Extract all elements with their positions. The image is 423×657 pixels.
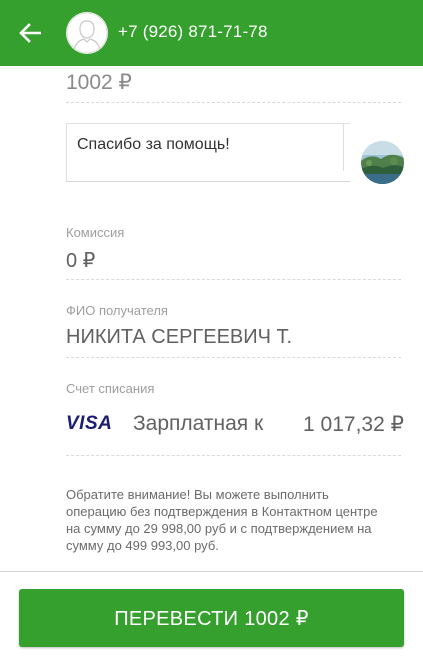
limit-notice: Обратите внимание! Вы можете выполнить о… [66, 487, 378, 553]
recipient-name: НИКИТА СЕРГЕЕВИЧ Т. [66, 326, 293, 348]
divider [66, 357, 401, 358]
contact-avatar[interactable] [66, 12, 108, 54]
message-text: Спасибо за помощь! [77, 136, 230, 153]
card-balance: 1 017,32 ₽ [303, 413, 404, 436]
commission-value: 0 ₽ [66, 250, 96, 272]
divider [66, 102, 401, 103]
message-underline [66, 181, 350, 182]
app-bar: +7 (926) 871-71-78 [0, 0, 423, 66]
account-label: Счет списания [66, 381, 155, 396]
message-photo-thumbnail[interactable] [361, 141, 404, 184]
arrow-left-icon [19, 23, 41, 43]
commission-label: Комиссия [66, 225, 125, 240]
card-name: Зарплатная к [133, 412, 264, 435]
recipient-phone: +7 (926) 871-71-78 [118, 22, 268, 41]
person-outline-icon [66, 12, 108, 54]
divider [66, 279, 401, 280]
recipient-label: ФИО получателя [66, 303, 168, 318]
transfer-amount[interactable]: 1002 ₽ [66, 70, 132, 95]
landscape-photo-icon [361, 141, 404, 184]
message-field[interactable]: Спасибо за помощь! [66, 123, 350, 182]
visa-logo-icon: VISA [66, 413, 113, 434]
bottom-separator [0, 571, 423, 572]
back-button[interactable] [14, 17, 46, 49]
divider [66, 455, 401, 456]
transfer-button[interactable]: ПЕРЕВЕСТИ 1002 ₽ [19, 589, 404, 647]
